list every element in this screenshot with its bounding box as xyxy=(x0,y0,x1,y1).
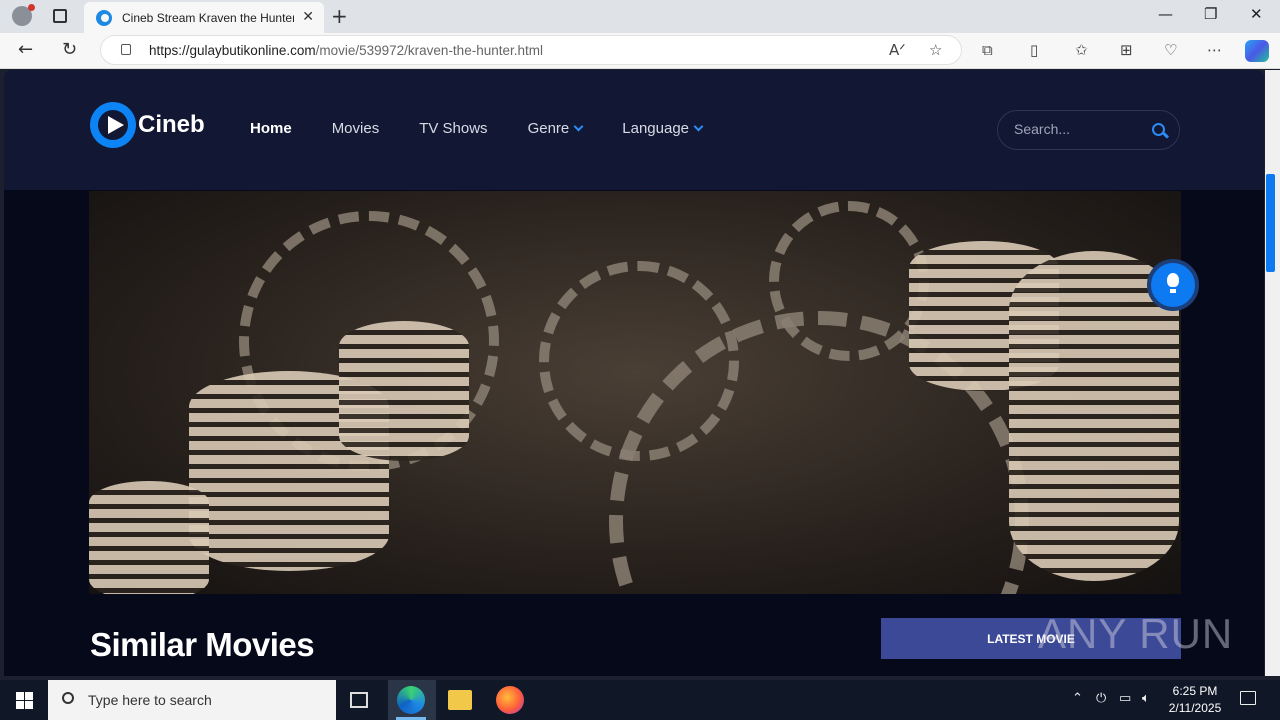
nav-home[interactable]: Home xyxy=(250,120,292,137)
collections-icon[interactable]: ⊞ xyxy=(1120,41,1133,59)
copilot-icon[interactable] xyxy=(1245,40,1269,62)
edge-browser-icon[interactable] xyxy=(397,686,425,714)
video-player[interactable] xyxy=(89,191,1181,594)
file-explorer-icon[interactable] xyxy=(448,690,472,710)
site-logo[interactable]: Cineb xyxy=(90,102,205,148)
minimize-icon[interactable]: — xyxy=(1158,5,1173,23)
search-input[interactable] xyxy=(1014,121,1134,137)
close-window-icon[interactable]: ✕ xyxy=(1250,5,1263,23)
main-nav: Home Movies TV Shows Genre Language xyxy=(250,120,742,137)
chevron-down-icon xyxy=(573,121,584,132)
firefox-icon[interactable] xyxy=(496,686,524,714)
nav-genre[interactable]: Genre xyxy=(528,120,584,137)
tab-actions-icon[interactable] xyxy=(53,9,67,23)
taskbar: Type here to search ⌃ ⏻ ▭ 🔈︎ 6:25 PM 2/1… xyxy=(0,680,1280,720)
scrollbar-thumb[interactable] xyxy=(1266,174,1275,272)
volume-icon[interactable]: 🔈︎ xyxy=(1142,691,1150,706)
drum-graphic xyxy=(89,481,209,594)
windows-start-icon[interactable] xyxy=(16,692,33,709)
restore-icon[interactable]: ❐ xyxy=(1204,5,1217,23)
scrollbar-track[interactable] xyxy=(1265,70,1280,676)
refresh-icon[interactable]: ↻ xyxy=(62,39,77,60)
web-page: Cineb Home Movies TV Shows Genre Languag… xyxy=(4,70,1264,676)
section-title: Similar Movies xyxy=(90,626,315,663)
favorites-icon[interactable]: ✩ xyxy=(1075,41,1088,59)
taskbar-search[interactable]: Type here to search xyxy=(48,680,336,720)
lock-icon[interactable] xyxy=(121,44,131,55)
search-icon[interactable] xyxy=(1152,123,1165,136)
power-icon[interactable]: ⏻ xyxy=(1096,691,1106,706)
site-header: Cineb Home Movies TV Shows Genre Languag… xyxy=(4,70,1264,190)
more-menu-icon[interactable]: ⋯ xyxy=(1207,41,1222,59)
task-view-icon[interactable] xyxy=(350,692,368,708)
browser-tab[interactable]: Cineb Stream Kraven the Hunter ✕ xyxy=(84,2,324,33)
browser-essentials-icon[interactable]: ♡ xyxy=(1164,41,1177,59)
taskbar-search-text: Type here to search xyxy=(88,692,212,708)
logo-text: Cineb xyxy=(138,111,205,138)
search-icon xyxy=(62,692,74,704)
back-icon[interactable]: ← xyxy=(18,39,33,60)
nav-tv-shows[interactable]: TV Shows xyxy=(419,120,487,137)
chevron-down-icon xyxy=(693,121,704,132)
clock-date: 2/11/2025 xyxy=(1168,701,1222,715)
new-tab-icon[interactable]: + xyxy=(331,4,348,28)
nav-language[interactable]: Language xyxy=(622,120,704,137)
nav-movies[interactable]: Movies xyxy=(332,120,380,137)
site-search xyxy=(997,110,1180,150)
drum-graphic xyxy=(339,321,469,461)
tab-title: Cineb Stream Kraven the Hunter xyxy=(122,10,294,25)
gear-graphic xyxy=(769,201,929,361)
site-favicon-icon xyxy=(96,9,112,26)
clock-time: 6:25 PM xyxy=(1172,684,1218,698)
network-icon[interactable]: ▭ xyxy=(1119,691,1131,706)
tab-close-icon[interactable]: ✕ xyxy=(302,9,314,25)
url-text[interactable]: https://gulaybutikonline.com/movie/53997… xyxy=(149,43,543,58)
read-aloud-icon[interactable]: Aᐟ xyxy=(889,41,906,59)
split-screen-icon[interactable]: ▯ xyxy=(1030,41,1038,59)
favorite-star-icon[interactable]: ☆ xyxy=(929,41,942,59)
watermark: ANY RUN xyxy=(1038,610,1234,657)
notification-dot xyxy=(28,4,35,11)
browser-toolbar: ← ↻ https://gulaybutikonline.com/movie/5… xyxy=(0,33,1280,69)
notification-icon[interactable] xyxy=(1240,691,1256,705)
extensions-icon[interactable]: ⧉ xyxy=(982,41,993,59)
chevron-up-icon[interactable]: ⌃ xyxy=(1072,691,1083,706)
browser-tab-bar: Cineb Stream Kraven the Hunter ✕ + — ❐ ✕ xyxy=(0,0,1280,33)
address-bar[interactable]: https://gulaybutikonline.com/movie/53997… xyxy=(100,35,962,65)
system-clock[interactable]: 6:25 PM 2/11/2025 xyxy=(1160,683,1230,717)
play-logo-icon xyxy=(90,102,136,148)
lightbulb-icon[interactable] xyxy=(1147,259,1199,311)
